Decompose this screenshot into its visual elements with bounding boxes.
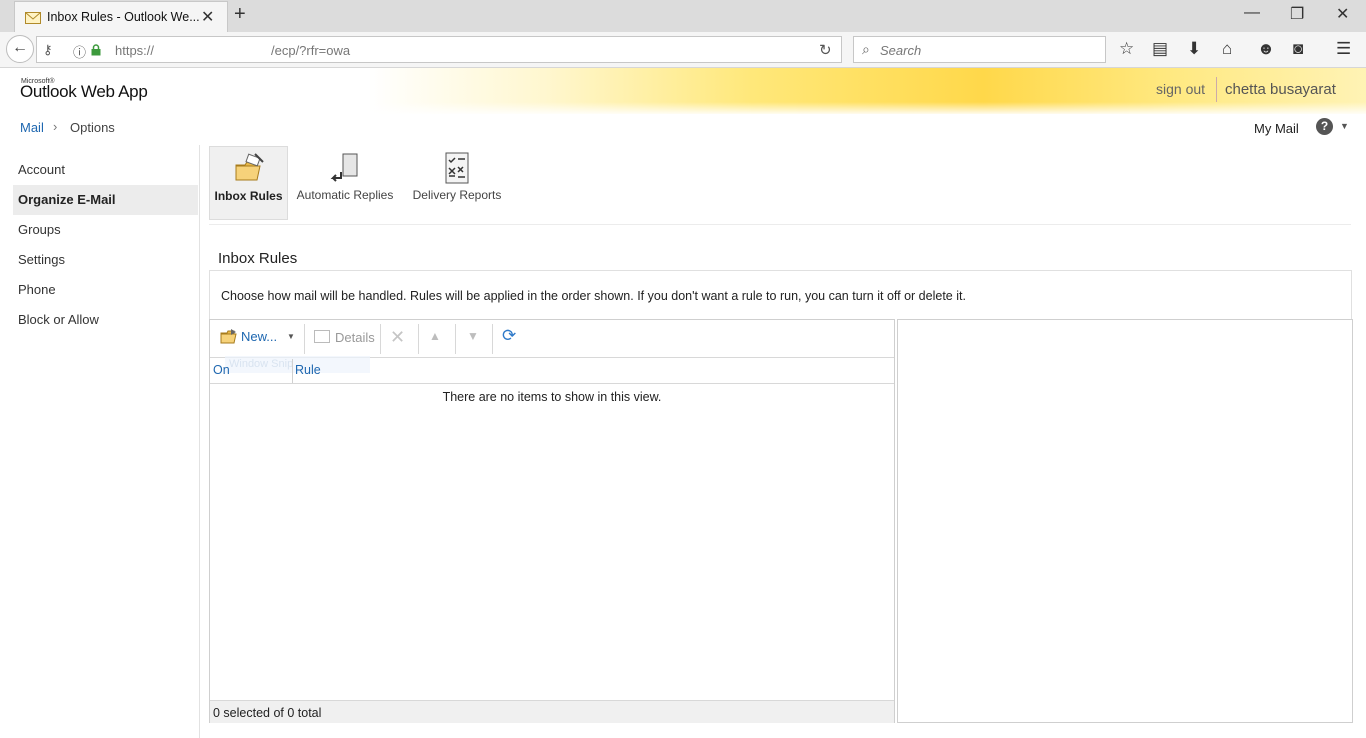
menu-icon[interactable]: ☰ — [1336, 39, 1351, 59]
empty-list-message: There are no items to show in this view. — [442, 390, 662, 404]
sign-out-link[interactable]: sign out — [1156, 81, 1205, 97]
left-nav: Account Organize E-Mail Groups Settings … — [0, 145, 200, 738]
nav-item-phone[interactable]: Phone — [13, 275, 198, 305]
breadcrumb-chevron-icon: › — [53, 119, 58, 134]
back-arrow-icon[interactable]: ← — [6, 35, 34, 63]
address-bar[interactable]: ⚷ ⓘ https:// /ecp/?rfr=owa ↻ — [36, 36, 842, 63]
restore-button[interactable]: ❐ — [1290, 4, 1304, 24]
tab-inbox-rules[interactable]: Inbox Rules — [209, 146, 288, 220]
description-text: Choose how mail will be handled. Rules w… — [221, 289, 966, 303]
inbox-rules-folder-icon — [235, 153, 264, 181]
toolbar-separator — [492, 324, 493, 354]
user-name[interactable]: chetta busayarat — [1225, 81, 1336, 98]
chevron-down-icon[interactable]: ▼ — [1340, 121, 1349, 131]
new-rule-button[interactable]: New... — [220, 326, 286, 350]
selection-count: 0 selected of 0 total — [213, 706, 322, 720]
move-up-arrow-icon[interactable]: ▲ — [429, 329, 441, 343]
outlook-tab-icon — [25, 12, 41, 24]
toolbar-separator — [418, 324, 419, 354]
automatic-replies-icon — [330, 153, 358, 182]
nav-item-organize-email[interactable]: Organize E-Mail — [13, 185, 198, 215]
key-icon[interactable]: ⚷ — [43, 42, 53, 58]
header-divider — [1216, 77, 1217, 102]
url-prefix: https:// — [115, 43, 155, 58]
info-icon[interactable]: ⓘ — [73, 42, 86, 61]
app-logo: Outlook Web App — [20, 82, 148, 101]
new-folder-icon — [220, 329, 237, 344]
move-down-arrow-icon[interactable]: ▼ — [467, 329, 479, 343]
rules-toolbar: New... ▼ Details ✕ ▲ ▼ ⟳ — [210, 320, 894, 358]
chat-icon[interactable]: ☻ — [1257, 39, 1275, 59]
refresh-icon[interactable]: ⟳ — [502, 326, 516, 346]
breadcrumb-mail-link[interactable]: Mail — [20, 120, 44, 135]
tab-automatic-replies-label: Automatic Replies — [296, 188, 394, 202]
delivery-reports-checklist-icon — [445, 152, 469, 184]
url-path: /ecp/?rfr=owa — [271, 43, 351, 58]
column-separator[interactable] — [292, 359, 293, 383]
delete-x-icon[interactable]: ✕ — [390, 327, 405, 348]
nav-item-account[interactable]: Account — [13, 155, 198, 185]
rules-list-pane: New... ▼ Details ✕ ▲ ▼ ⟳ Window Snip On … — [209, 319, 895, 723]
pocket-icon[interactable]: ◙ — [1293, 39, 1303, 59]
nav-item-groups[interactable]: Groups — [13, 215, 198, 245]
browser-nav-bar: ← ⚷ ⓘ https:// /ecp/?rfr=owa ↻ ⌕ Search … — [0, 32, 1366, 68]
reload-icon[interactable]: ↻ — [819, 41, 832, 59]
tab-delivery-reports-label: Delivery Reports — [412, 188, 502, 202]
tab-delivery-reports[interactable]: Delivery Reports — [408, 146, 506, 220]
toolbar-separator — [380, 324, 381, 354]
search-placeholder: Search — [880, 43, 922, 58]
details-label: Details — [335, 330, 375, 345]
browser-tab-title: Inbox Rules - Outlook We... — [47, 10, 200, 24]
column-header-rule[interactable]: Rule — [295, 363, 321, 377]
nav-item-settings[interactable]: Settings — [13, 245, 198, 275]
minimize-button[interactable]: — — [1244, 4, 1260, 22]
details-button[interactable]: Details — [314, 326, 376, 350]
search-input[interactable]: ⌕ Search — [853, 36, 1106, 63]
help-icon[interactable]: ? — [1316, 118, 1333, 135]
new-tab-button[interactable]: + — [234, 3, 246, 26]
star-icon[interactable]: ☆ — [1119, 39, 1134, 59]
details-list-icon — [314, 330, 330, 343]
browser-tab[interactable]: Inbox Rules - Outlook We... ✕ — [14, 1, 228, 32]
lock-icon — [91, 44, 101, 56]
rule-details-pane — [897, 319, 1353, 723]
column-header-on[interactable]: On — [213, 363, 230, 377]
status-bar: 0 selected of 0 total — [210, 700, 894, 723]
description-box: Choose how mail will be handled. Rules w… — [209, 270, 1352, 319]
home-icon[interactable]: ⌂ — [1222, 39, 1232, 59]
search-icon: ⌕ — [862, 41, 870, 57]
owa-header: Microsoft® Outlook Web App sign out chet… — [0, 68, 1366, 114]
new-rule-label: New... — [241, 329, 278, 344]
page-title: Inbox Rules — [218, 250, 298, 267]
browser-tab-bar: Inbox Rules - Outlook We... ✕ + — ❐ ✕ — [0, 0, 1366, 32]
reading-list-icon[interactable]: ▤ — [1152, 39, 1168, 59]
new-dropdown-chevron-icon[interactable]: ▼ — [287, 332, 295, 341]
my-mail-link[interactable]: My Mail — [1254, 121, 1299, 136]
tab-close-icon[interactable]: ✕ — [201, 7, 214, 27]
tab-inbox-rules-label: Inbox Rules — [214, 189, 283, 203]
nav-item-block-or-allow[interactable]: Block or Allow — [13, 305, 198, 335]
breadcrumb-current: Options — [70, 120, 115, 135]
subtab-divider — [209, 224, 1351, 225]
tab-automatic-replies[interactable]: Automatic Replies — [292, 146, 398, 220]
window-close-button[interactable]: ✕ — [1336, 4, 1349, 24]
column-header-row: On Rule — [210, 357, 894, 384]
download-icon[interactable]: ⬇ — [1187, 39, 1201, 59]
toolbar-separator — [304, 324, 305, 354]
toolbar-separator — [455, 324, 456, 354]
